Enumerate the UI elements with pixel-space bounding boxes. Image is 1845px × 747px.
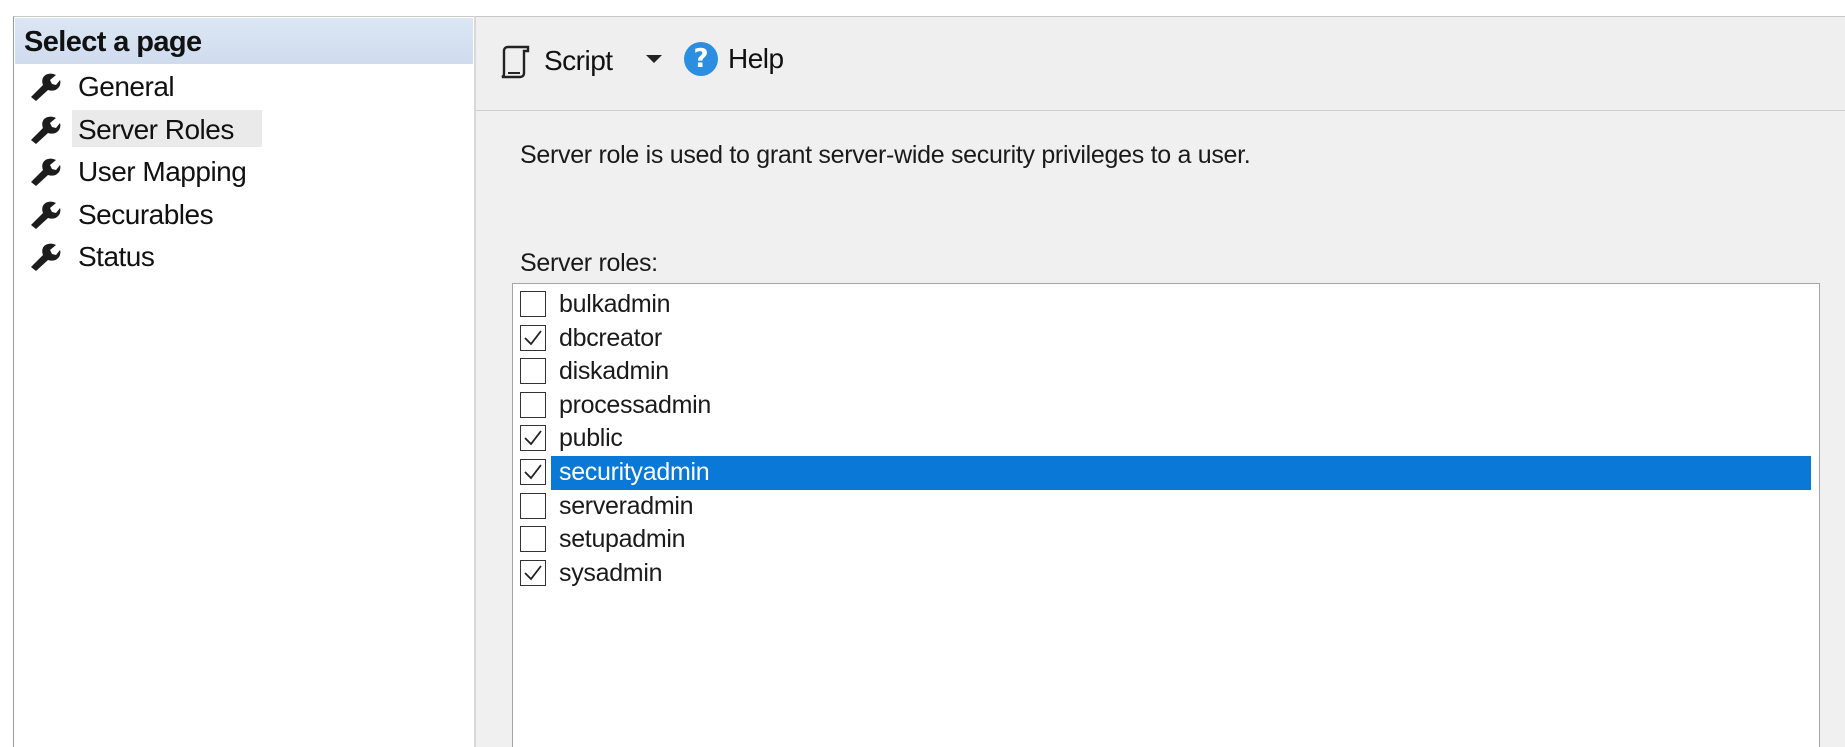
role-row-dbcreator[interactable]: dbcreator: [513, 322, 1819, 356]
role-checkbox[interactable]: [520, 492, 546, 519]
page-list: General Server Roles User Mapping Secura…: [14, 65, 472, 278]
role-checkbox[interactable]: [520, 291, 546, 317]
wrench-icon: [31, 201, 61, 229]
script-icon: [501, 45, 530, 79]
role-label: processadmin: [559, 390, 712, 419]
role-label: setupadmin: [559, 525, 686, 554]
role-checkbox[interactable]: [520, 559, 546, 586]
sidebar-item-label: General: [78, 71, 175, 102]
sidebar-item-user-mapping[interactable]: User Mapping: [14, 150, 472, 193]
role-checkbox[interactable]: [520, 324, 546, 351]
sidebar-item-label: Securables: [78, 198, 214, 230]
checkmark-icon: [524, 430, 542, 446]
help-label: Help: [728, 43, 784, 74]
role-checkbox[interactable]: [520, 425, 546, 452]
help-icon: ?: [684, 42, 718, 76]
checkmark-icon: [524, 464, 542, 480]
role-label: public: [559, 424, 623, 453]
wrench-icon: [31, 158, 61, 186]
role-checkbox[interactable]: [520, 526, 546, 553]
sidebar-item-securables[interactable]: Securables: [14, 193, 472, 236]
role-label: sysadmin: [559, 558, 663, 587]
role-row-securityadmin[interactable]: securityadmin: [513, 456, 1819, 490]
sidebar-item-label: Status: [78, 241, 155, 272]
server-roles-label: Server roles:: [520, 249, 658, 277]
select-page-panel: Select a page General Server Roles User …: [13, 16, 474, 747]
role-row-bulkadmin[interactable]: bulkadmin: [513, 288, 1819, 322]
script-button[interactable]: Script: [498, 39, 613, 83]
select-page-header: Select a page: [15, 18, 473, 64]
sidebar-item-label: User Mapping: [78, 156, 247, 187]
role-row-public[interactable]: public: [513, 422, 1819, 456]
sidebar-item-label: Server Roles: [78, 113, 234, 145]
sidebar-item-general[interactable]: General: [14, 65, 472, 108]
role-checkbox[interactable]: [520, 459, 546, 485]
role-checkbox[interactable]: [520, 358, 546, 385]
checkmark-icon: [524, 330, 542, 345]
page-description: Server role is used to grant server-wide…: [520, 141, 1251, 169]
chevron-down-icon[interactable]: [646, 55, 662, 63]
role-label: securityadmin: [551, 456, 1811, 490]
server-roles-list[interactable]: bulkadmin dbcreator diskadmin processadmin p…: [512, 283, 1820, 747]
toolbar: Script ? Help: [476, 17, 1845, 111]
role-checkbox[interactable]: [520, 391, 546, 418]
login-properties-window: Select a page General Server Roles User …: [0, 0, 1845, 747]
wrench-icon: [31, 243, 61, 271]
server-roles-page: Script ? Help Server role is used to gra…: [474, 16, 1845, 747]
wrench-icon: [31, 73, 61, 101]
checkmark-icon: [524, 565, 542, 581]
help-button[interactable]: ? Help: [684, 37, 784, 81]
role-row-serveradmin[interactable]: serveradmin: [513, 490, 1819, 524]
role-label: bulkadmin: [559, 290, 671, 318]
role-row-sysadmin[interactable]: sysadmin: [513, 557, 1819, 591]
script-label: Script: [544, 45, 613, 76]
role-row-setupadmin[interactable]: setupadmin: [513, 523, 1819, 557]
role-label: serveradmin: [559, 491, 694, 520]
sidebar-item-server-roles[interactable]: Server Roles: [14, 108, 472, 151]
wrench-icon: [31, 116, 61, 144]
select-page-title: Select a page: [24, 26, 202, 58]
sidebar-item-status[interactable]: Status: [14, 235, 472, 278]
role-row-diskadmin[interactable]: diskadmin: [513, 355, 1819, 389]
role-label: diskadmin: [559, 357, 669, 386]
role-label: dbcreator: [559, 323, 662, 352]
role-row-processadmin[interactable]: processadmin: [513, 389, 1819, 423]
